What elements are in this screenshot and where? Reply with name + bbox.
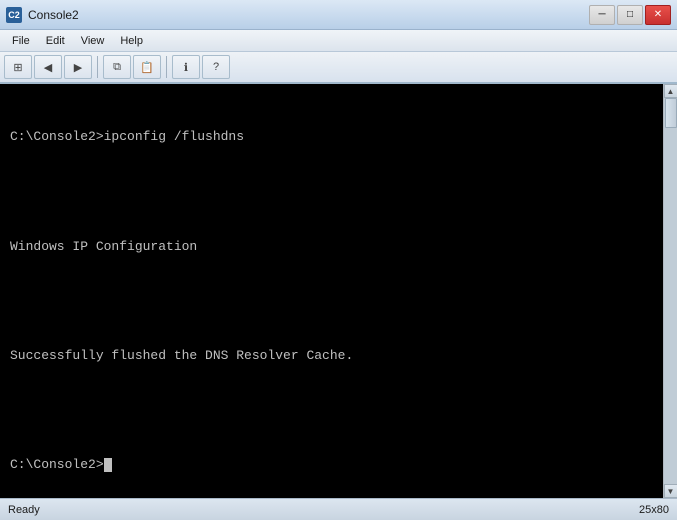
- terminal-line-6: C:\Console2>: [10, 456, 653, 474]
- terminal-line-3: [10, 292, 653, 310]
- app-icon: C2: [6, 7, 22, 23]
- title-bar: C2 Console2 ─ □ ✕: [0, 0, 677, 30]
- toolbar-paste[interactable]: 📋: [133, 55, 161, 79]
- terminal-line-2: Windows IP Configuration: [10, 238, 653, 256]
- terminal-line-0: C:\Console2>ipconfig /flushdns: [10, 128, 653, 146]
- status-dimensions: 25x80: [639, 504, 669, 516]
- terminal-container[interactable]: C:\Console2>ipconfig /flushdns Windows I…: [0, 84, 663, 498]
- status-text: Ready: [8, 504, 40, 516]
- menu-view[interactable]: View: [73, 33, 113, 49]
- scroll-down-arrow[interactable]: ▼: [664, 484, 677, 498]
- toolbar-back[interactable]: ◀: [34, 55, 62, 79]
- window-title: Console2: [28, 8, 79, 22]
- toolbar-copy[interactable]: ⧉: [103, 55, 131, 79]
- menu-help[interactable]: Help: [112, 33, 151, 49]
- scroll-up-arrow[interactable]: ▲: [664, 84, 677, 98]
- window-controls: ─ □ ✕: [589, 5, 671, 25]
- close-button[interactable]: ✕: [645, 5, 671, 25]
- title-bar-left: C2 Console2: [6, 7, 79, 23]
- terminal-line-4: Successfully flushed the DNS Resolver Ca…: [10, 347, 653, 365]
- toolbar: ⊞ ◀ ▶ ⧉ 📋 ℹ ?: [0, 52, 677, 84]
- terminal-line-1: [10, 183, 653, 201]
- main-area: C:\Console2>ipconfig /flushdns Windows I…: [0, 84, 677, 498]
- menu-edit[interactable]: Edit: [38, 33, 73, 49]
- toolbar-new[interactable]: ⊞: [4, 55, 32, 79]
- app-icon-label: C2: [8, 10, 20, 20]
- maximize-button[interactable]: □: [617, 5, 643, 25]
- toolbar-info[interactable]: ℹ: [172, 55, 200, 79]
- terminal-line-5: [10, 401, 653, 419]
- menu-file[interactable]: File: [4, 33, 38, 49]
- toolbar-help[interactable]: ?: [202, 55, 230, 79]
- terminal-content: C:\Console2>ipconfig /flushdns Windows I…: [0, 84, 663, 498]
- menu-bar: File Edit View Help: [0, 30, 677, 52]
- toolbar-separator-2: [166, 56, 167, 78]
- terminal-cursor: [104, 458, 112, 472]
- status-bar: Ready 25x80: [0, 498, 677, 520]
- minimize-button[interactable]: ─: [589, 5, 615, 25]
- toolbar-separator-1: [97, 56, 98, 78]
- toolbar-forward[interactable]: ▶: [64, 55, 92, 79]
- scroll-track[interactable]: [664, 98, 677, 484]
- scroll-thumb[interactable]: [665, 98, 677, 128]
- scrollbar: ▲ ▼: [663, 84, 677, 498]
